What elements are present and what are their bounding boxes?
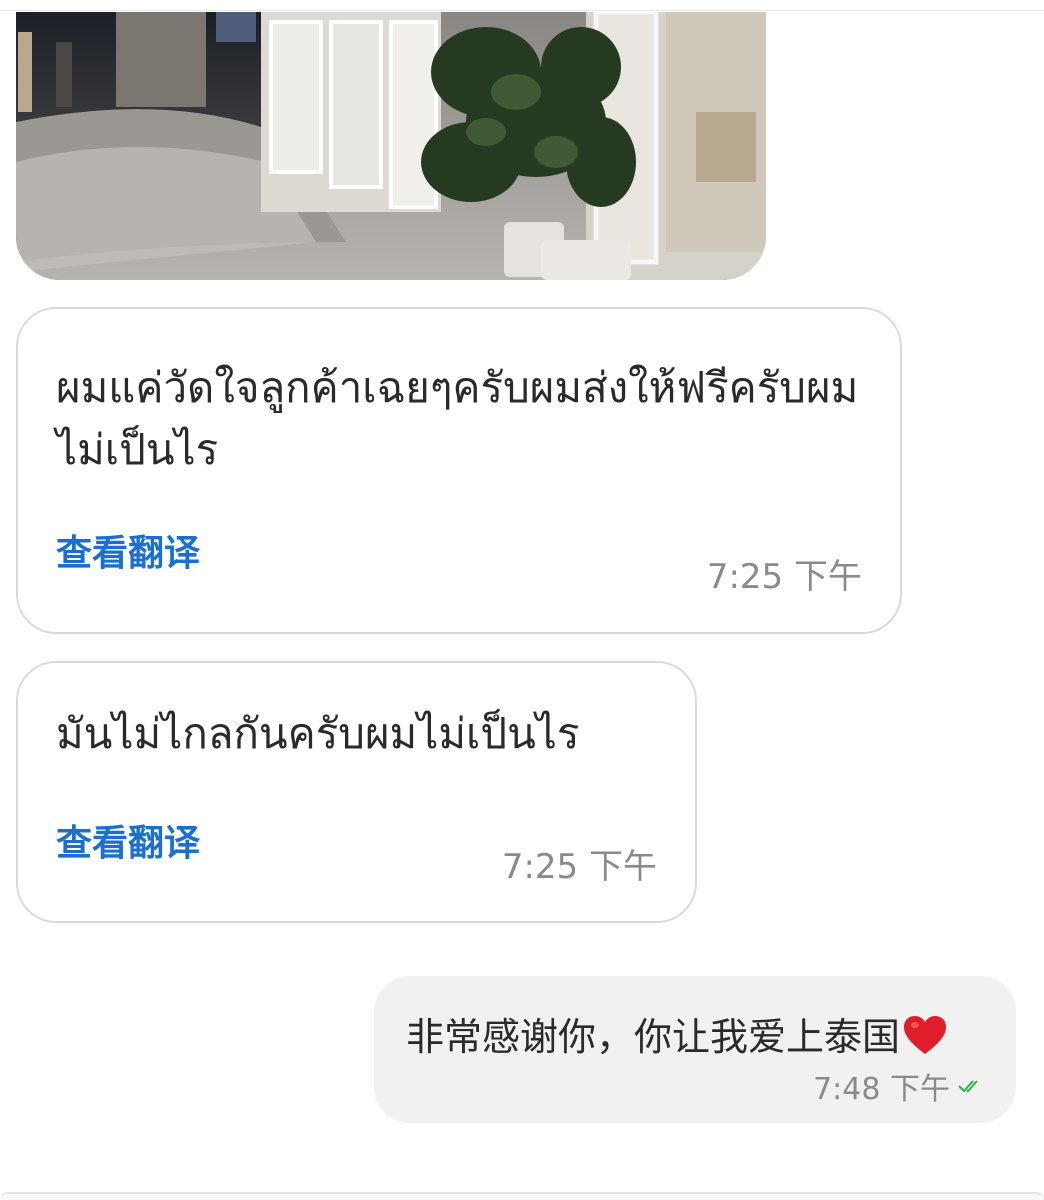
- message-timestamp: 7:25 下午: [501, 847, 657, 887]
- message-timestamp: 7:25 下午: [706, 557, 862, 597]
- message-text: 非常感谢你，你让我爱上泰国: [406, 1015, 901, 1059]
- view-translation-link[interactable]: 查看翻译: [56, 524, 200, 576]
- input-bar-edge: [0, 1192, 1044, 1200]
- photo-image: [16, 12, 766, 280]
- photo-message[interactable]: [16, 12, 766, 280]
- incoming-message-bubble[interactable]: มันไม่ไกลกันครับผมไม่เป็นไร 查看翻译 7:25 下午: [16, 661, 697, 923]
- heart-icon: [904, 1016, 947, 1054]
- message-text: ผมแค่วัดใจลูกค้าเฉยๆครับผมส่งให้ฟรีครับผ…: [56, 363, 859, 474]
- outgoing-message-bubble[interactable]: 非常感谢你，你让我爱上泰国 7:48 下午: [374, 976, 1016, 1123]
- incoming-message-bubble[interactable]: ผมแค่วัดใจลูกค้าเฉยๆครับผมส่งให้ฟรีครับผ…: [16, 307, 902, 634]
- read-check-icon: [958, 1080, 978, 1093]
- message-text-row: 非常感谢你，你让我爱上泰国: [406, 1006, 948, 1061]
- message-timestamp: 7:48 下午: [813, 1072, 950, 1107]
- message-meta: 7:48 下午: [813, 1064, 984, 1108]
- top-divider: [0, 10, 1044, 11]
- message-text: มันไม่ไกลกันครับผมไม่เป็นไร: [56, 709, 580, 758]
- view-translation-link[interactable]: 查看翻译: [56, 814, 200, 866]
